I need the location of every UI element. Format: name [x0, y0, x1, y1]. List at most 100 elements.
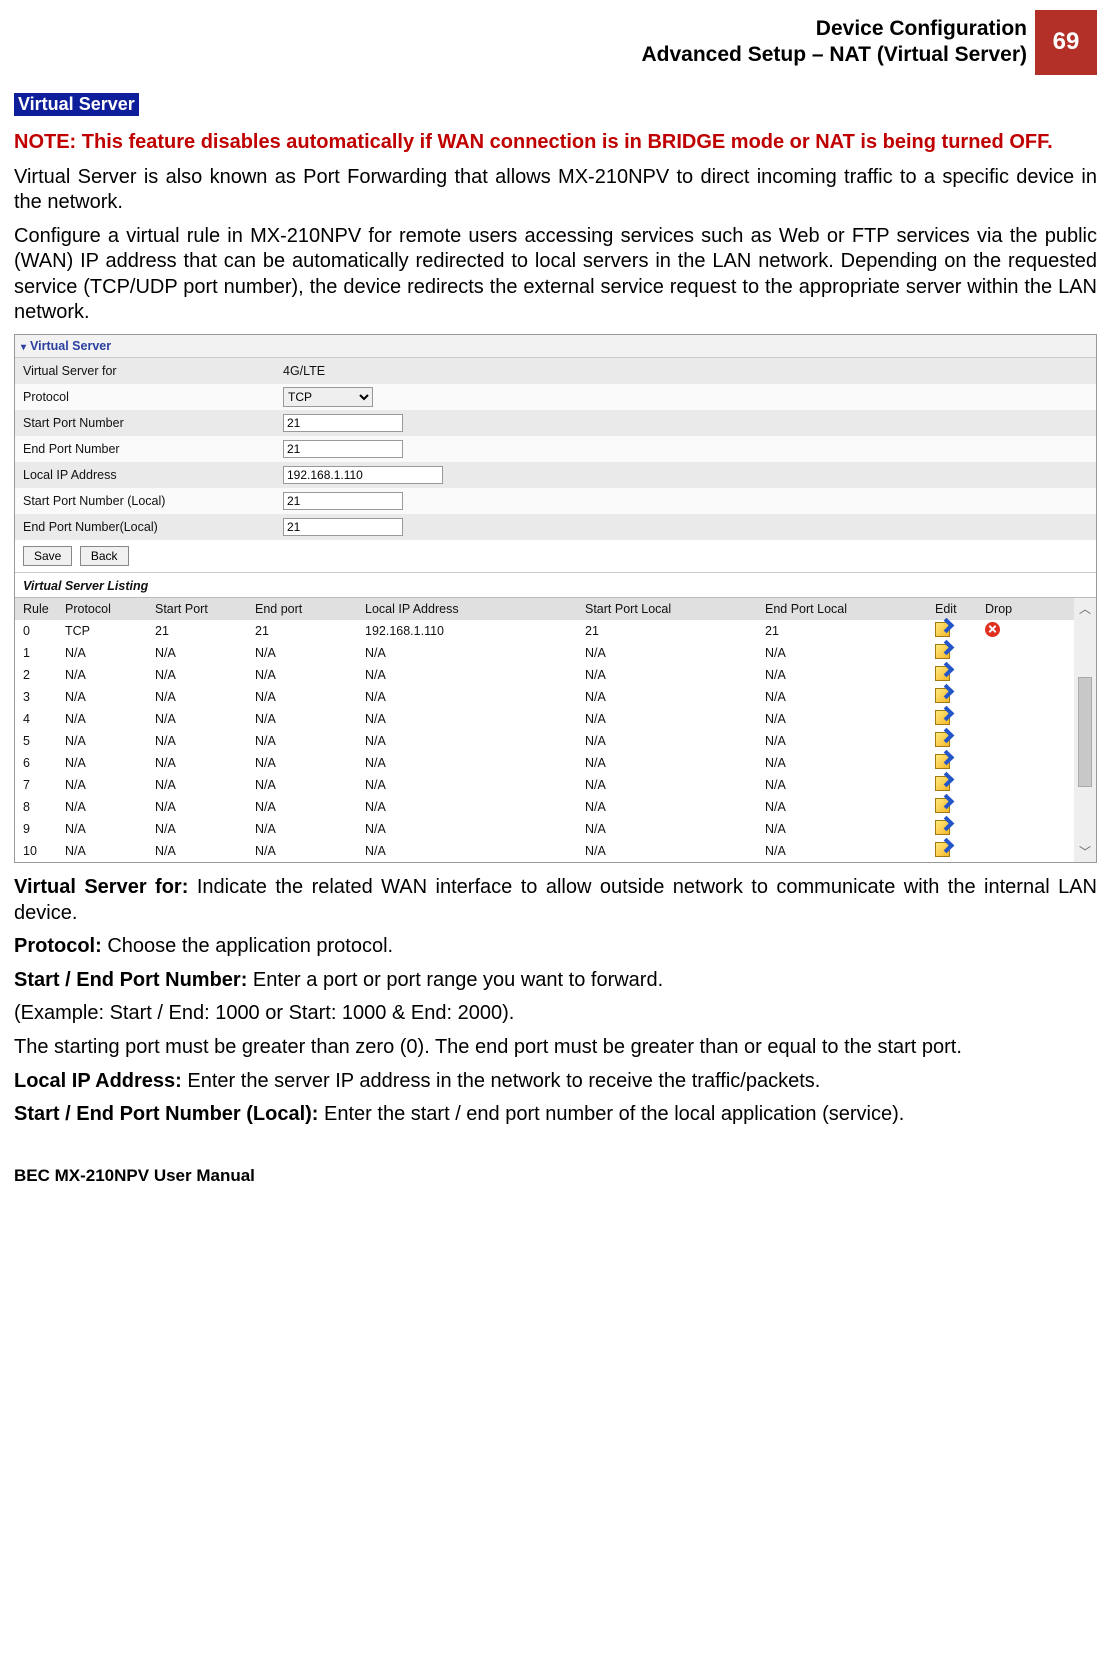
intro-para-1: Virtual Server is also known as Port For… [14, 165, 1097, 216]
table-row: 2N/AN/AN/AN/AN/AN/A [15, 664, 1074, 686]
cell-start-port: N/A [155, 844, 255, 858]
scroll-thumb[interactable] [1078, 677, 1092, 787]
cell-protocol: N/A [65, 668, 155, 682]
cell-end-port: N/A [255, 822, 365, 836]
edit-icon[interactable] [935, 776, 950, 791]
cell-start-port-local: N/A [585, 668, 765, 682]
table-row: 10N/AN/AN/AN/AN/AN/A [15, 840, 1074, 862]
form-row: Local IP Address [15, 462, 1096, 488]
intro-para-2: Configure a virtual rule in MX-210NPV fo… [14, 224, 1097, 326]
header-line1: Device Configuration [642, 16, 1028, 42]
cell-end-port: N/A [255, 646, 365, 660]
table-row: 0TCP2121192.168.1.1102121 [15, 620, 1074, 642]
form-input[interactable] [283, 414, 403, 432]
cell-start-port-local: N/A [585, 756, 765, 770]
col-start-port: Start Port [155, 602, 255, 616]
definition-line: Local IP Address: Enter the server IP ad… [14, 1069, 1097, 1095]
cell-local-ip: N/A [365, 822, 585, 836]
form-row: Virtual Server for4G/LTE [15, 358, 1096, 384]
cell-end-port-local: N/A [765, 734, 935, 748]
cell-start-port: N/A [155, 712, 255, 726]
page-number: 69 [1035, 10, 1097, 75]
definition-label: Start / End Port Number (Local): [14, 1103, 318, 1125]
form-input[interactable] [283, 518, 403, 536]
cell-local-ip: N/A [365, 800, 585, 814]
cell-end-port-local: 21 [765, 624, 935, 638]
cell-rule: 4 [15, 712, 65, 726]
cell-rule: 8 [15, 800, 65, 814]
form-row: End Port Number(Local) [15, 514, 1096, 540]
table-row: 8N/AN/AN/AN/AN/AN/A [15, 796, 1074, 818]
cell-end-port-local: N/A [765, 778, 935, 792]
listing-title: Virtual Server Listing [15, 572, 1096, 598]
cell-end-port: N/A [255, 844, 365, 858]
cell-protocol: N/A [65, 778, 155, 792]
cell-protocol: N/A [65, 734, 155, 748]
cell-protocol: N/A [65, 712, 155, 726]
collapse-icon[interactable]: ▾ [21, 342, 26, 353]
cell-rule: 0 [15, 624, 65, 638]
edit-icon[interactable] [935, 666, 950, 681]
edit-icon[interactable] [935, 688, 950, 703]
cell-local-ip: N/A [365, 844, 585, 858]
form-input[interactable] [283, 492, 403, 510]
edit-icon[interactable] [935, 820, 950, 835]
cell-protocol: TCP [65, 624, 155, 638]
definition-label: Protocol: [14, 935, 102, 957]
definition-text: Enter the start / end port number of the… [318, 1103, 904, 1125]
form-row: Protocol TCP [15, 384, 1096, 410]
listing-scrollbar[interactable]: ︿ ﹀ [1074, 598, 1096, 862]
definition-line: Start / End Port Number (Local): Enter t… [14, 1102, 1097, 1128]
definition-text: Choose the application protocol. [102, 935, 393, 957]
edit-icon[interactable] [935, 644, 950, 659]
section-badge: Virtual Server [14, 93, 139, 116]
form-row: Start Port Number (Local) [15, 488, 1096, 514]
cell-start-port: N/A [155, 778, 255, 792]
edit-icon[interactable] [935, 710, 950, 725]
definition-line: The starting port must be greater than z… [14, 1035, 1097, 1061]
edit-icon[interactable] [935, 798, 950, 813]
virtual-server-panel: ▾Virtual Server Virtual Server for4G/LTE… [14, 334, 1097, 863]
cell-rule: 7 [15, 778, 65, 792]
cell-start-port-local: N/A [585, 800, 765, 814]
cell-end-port-local: N/A [765, 690, 935, 704]
cell-start-port: 21 [155, 624, 255, 638]
form-input[interactable] [283, 466, 443, 484]
cell-start-port-local: N/A [585, 734, 765, 748]
cell-start-port-local: N/A [585, 822, 765, 836]
edit-icon[interactable] [935, 842, 950, 857]
col-rule: Rule [15, 602, 65, 616]
cell-end-port-local: N/A [765, 668, 935, 682]
cell-start-port: N/A [155, 690, 255, 704]
cell-start-port: N/A [155, 734, 255, 748]
form-row: End Port Number [15, 436, 1096, 462]
cell-end-port: N/A [255, 668, 365, 682]
scroll-up-icon[interactable]: ︿ [1079, 600, 1091, 617]
cell-protocol: N/A [65, 690, 155, 704]
edit-icon[interactable] [935, 622, 950, 637]
definition-label: Start / End Port Number: [14, 969, 247, 991]
edit-icon[interactable] [935, 732, 950, 747]
col-protocol: Protocol [65, 602, 155, 616]
panel-titlebar[interactable]: ▾Virtual Server [15, 335, 1096, 358]
definition-text: The starting port must be greater than z… [14, 1036, 962, 1058]
cell-start-port-local: N/A [585, 690, 765, 704]
scroll-down-icon[interactable]: ﹀ [1079, 843, 1091, 860]
save-button[interactable]: Save [23, 546, 72, 566]
protocol-select[interactable]: TCP [283, 387, 373, 407]
cell-end-port: 21 [255, 624, 365, 638]
cell-rule: 6 [15, 756, 65, 770]
table-row: 3N/AN/AN/AN/AN/AN/A [15, 686, 1074, 708]
form-input[interactable] [283, 440, 403, 458]
cell-end-port-local: N/A [765, 712, 935, 726]
cell-start-port-local: N/A [585, 844, 765, 858]
cell-start-port-local: N/A [585, 646, 765, 660]
back-button[interactable]: Back [80, 546, 129, 566]
cell-end-port: N/A [255, 690, 365, 704]
note-text: NOTE: This feature disables automaticall… [14, 130, 1097, 155]
definition-line: (Example: Start / End: 1000 or Start: 10… [14, 1001, 1097, 1027]
edit-icon[interactable] [935, 754, 950, 769]
form-label: Protocol [15, 390, 275, 404]
drop-icon[interactable] [985, 622, 1000, 637]
cell-end-port-local: N/A [765, 822, 935, 836]
